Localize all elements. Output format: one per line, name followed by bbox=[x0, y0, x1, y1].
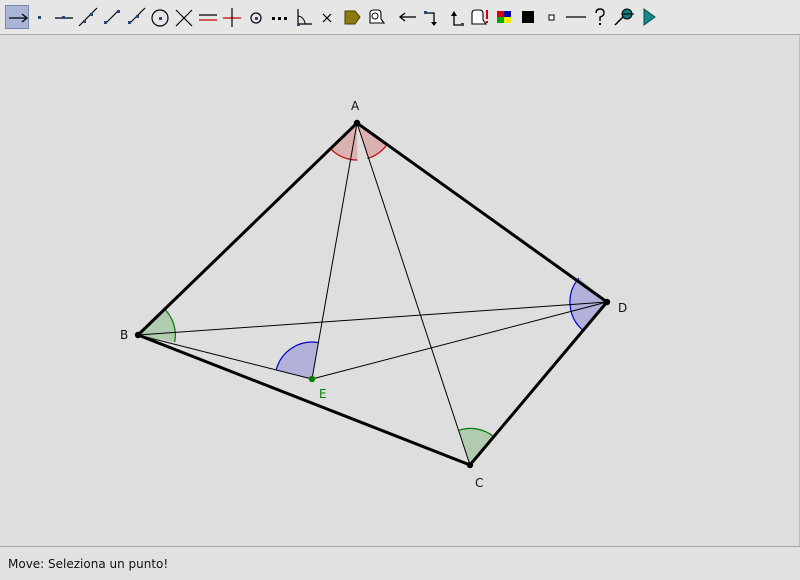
point-c[interactable] bbox=[466, 461, 474, 469]
status-message: Move: Seleziona un punto! bbox=[8, 557, 169, 571]
angle-e[interactable] bbox=[276, 342, 319, 379]
point-b[interactable] bbox=[134, 331, 142, 339]
geometry-drawing[interactable]: A B C D E bbox=[0, 0, 800, 580]
label-d: D bbox=[618, 301, 627, 315]
point-a[interactable] bbox=[353, 119, 361, 127]
quadrilateral-abcd[interactable] bbox=[136, 121, 609, 467]
segment-e-d[interactable] bbox=[311, 301, 608, 380]
segment-b-d[interactable] bbox=[137, 301, 608, 336]
point-e[interactable] bbox=[308, 375, 316, 383]
label-c: C bbox=[475, 476, 483, 490]
segment-a-c[interactable] bbox=[356, 122, 471, 466]
point-d[interactable] bbox=[603, 298, 611, 306]
status-bar: Move: Seleziona un punto! bbox=[0, 546, 800, 580]
drawing-canvas[interactable]: A B C D E bbox=[1, 36, 800, 546]
label-e: E bbox=[319, 387, 327, 401]
label-a: A bbox=[351, 99, 360, 113]
label-b: B bbox=[120, 328, 128, 342]
